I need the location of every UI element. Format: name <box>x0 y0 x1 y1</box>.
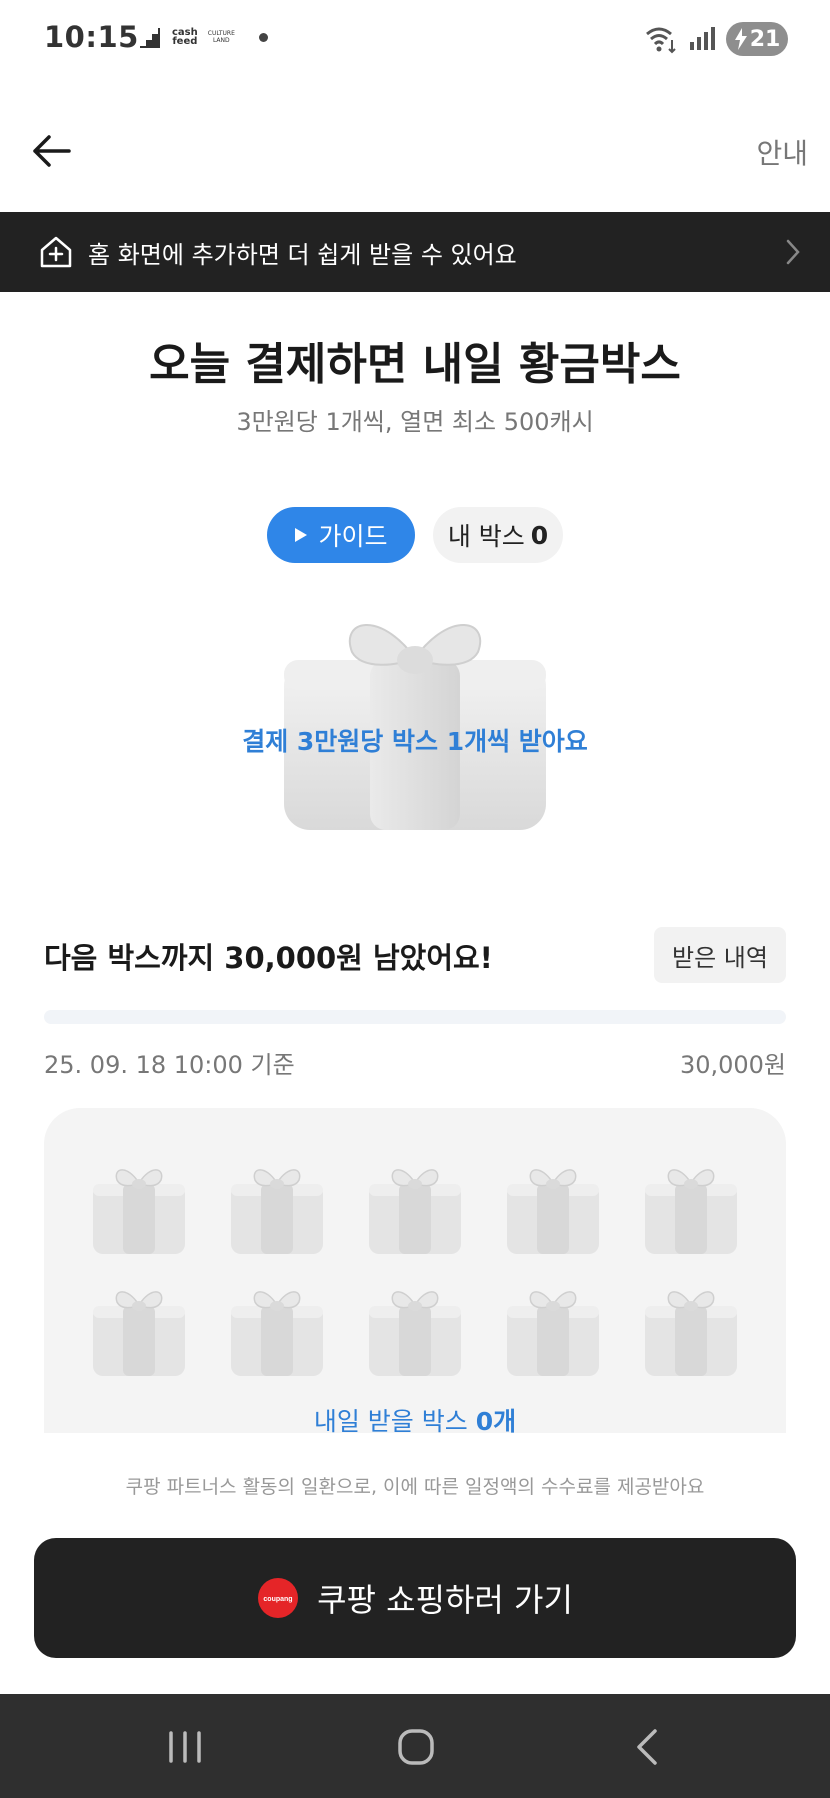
charging-bolt-icon <box>734 28 747 50</box>
tomorrow-count: 0개 <box>475 1407 517 1436</box>
info-link[interactable]: 안내 <box>756 132 808 172</box>
cultureland-icon: CULTURE LAND <box>207 30 235 44</box>
add-to-home-banner[interactable]: 홈 화면에 추가하면 더 쉽게 받을 수 있어요 <box>0 212 830 292</box>
goal-amount: 30,000원 <box>679 1051 786 1079</box>
svg-text:coupang: coupang <box>263 1596 292 1603</box>
tomorrow-box-text: 내일 받을 박스 0개 <box>0 1402 830 1438</box>
empty-gift-box-icon <box>507 1169 599 1254</box>
recent-apps-button[interactable] <box>155 1722 215 1772</box>
back-icon <box>637 1729 657 1765</box>
recent-apps-icon <box>169 1731 201 1763</box>
empty-gift-box-icon <box>369 1169 461 1254</box>
status-time: 10:15 <box>44 20 139 54</box>
pill-buttons: 가이드 내 박스 0 <box>267 507 563 563</box>
battery-indicator: 21 <box>726 22 788 56</box>
top-bar: 안내 <box>0 110 830 190</box>
coupang-shopping-button[interactable]: coupang 쿠팡 쇼핑하러 가기 <box>34 1538 796 1658</box>
stairs-app-icon <box>140 28 160 48</box>
coupang-logo-icon: coupang <box>258 1578 299 1618</box>
page-title: 오늘 결제하면 내일 황금박스 <box>149 339 681 390</box>
empty-gift-box-icon <box>645 1169 737 1254</box>
wifi-icon <box>646 27 676 54</box>
box-grid <box>89 1158 749 1380</box>
home-add-icon <box>40 236 72 268</box>
banner-text: 홈 화면에 추가하면 더 쉽게 받을 수 있어요 <box>88 240 517 269</box>
history-button[interactable]: 받은 내역 <box>654 927 786 983</box>
battery-level: 21 <box>749 26 781 52</box>
home-icon <box>398 1729 434 1765</box>
guide-label: 가이드 <box>318 522 388 551</box>
my-box-button[interactable]: 내 박스 0 <box>433 507 563 563</box>
empty-gift-box-icon <box>93 1169 185 1254</box>
empty-gift-box-icon <box>93 1291 185 1376</box>
signal-icon <box>690 27 715 50</box>
tomorrow-label: 내일 받을 박스 <box>313 1407 468 1436</box>
cta-label: 쿠팡 쇼핑하러 가기 <box>317 1581 573 1619</box>
status-right: 21 <box>644 22 788 56</box>
my-box-count: 0 <box>530 520 549 550</box>
chevron-right-icon <box>786 239 800 265</box>
arrow-left-icon <box>33 135 71 167</box>
box-grid-card <box>44 1108 786 1433</box>
empty-gift-box-icon <box>369 1291 461 1376</box>
home-button[interactable] <box>386 1722 446 1772</box>
gift-box-illustration <box>284 624 546 830</box>
status-bar: 10:15 cash feed CULTURE LAND 21 <box>0 0 830 80</box>
empty-gift-box-icon <box>507 1291 599 1376</box>
back-button[interactable] <box>28 128 74 174</box>
notification-dot-icon <box>258 32 268 42</box>
status-app-icons: cash feed CULTURE LAND <box>138 26 268 48</box>
system-back-button[interactable] <box>618 1722 678 1772</box>
play-icon <box>295 528 308 542</box>
empty-gift-box-icon <box>645 1291 737 1376</box>
partners-disclaimer: 쿠팡 파트너스 활동의 일환으로, 이에 따른 일정액의 수수료를 제공받아요 <box>125 1476 705 1498</box>
page-subtitle: 3만원당 1개씩, 열면 최소 500캐시 <box>236 408 594 436</box>
empty-gift-box-icon <box>231 1169 323 1254</box>
progress-bar <box>44 1010 786 1024</box>
remaining-amount-text: 다음 박스까지 30,000원 남았어요! <box>44 941 493 975</box>
cashfeed-icon: cash feed <box>172 27 198 47</box>
as-of-date: 25. 09. 18 10:00 기준 <box>44 1051 295 1079</box>
empty-gift-box-icon <box>231 1291 323 1376</box>
system-nav-bar <box>0 1694 830 1798</box>
my-box-label: 내 박스 <box>447 522 525 551</box>
gift-caption: 결제 3만원당 박스 1개씩 받아요 <box>242 727 588 756</box>
guide-button[interactable]: 가이드 <box>267 507 415 563</box>
